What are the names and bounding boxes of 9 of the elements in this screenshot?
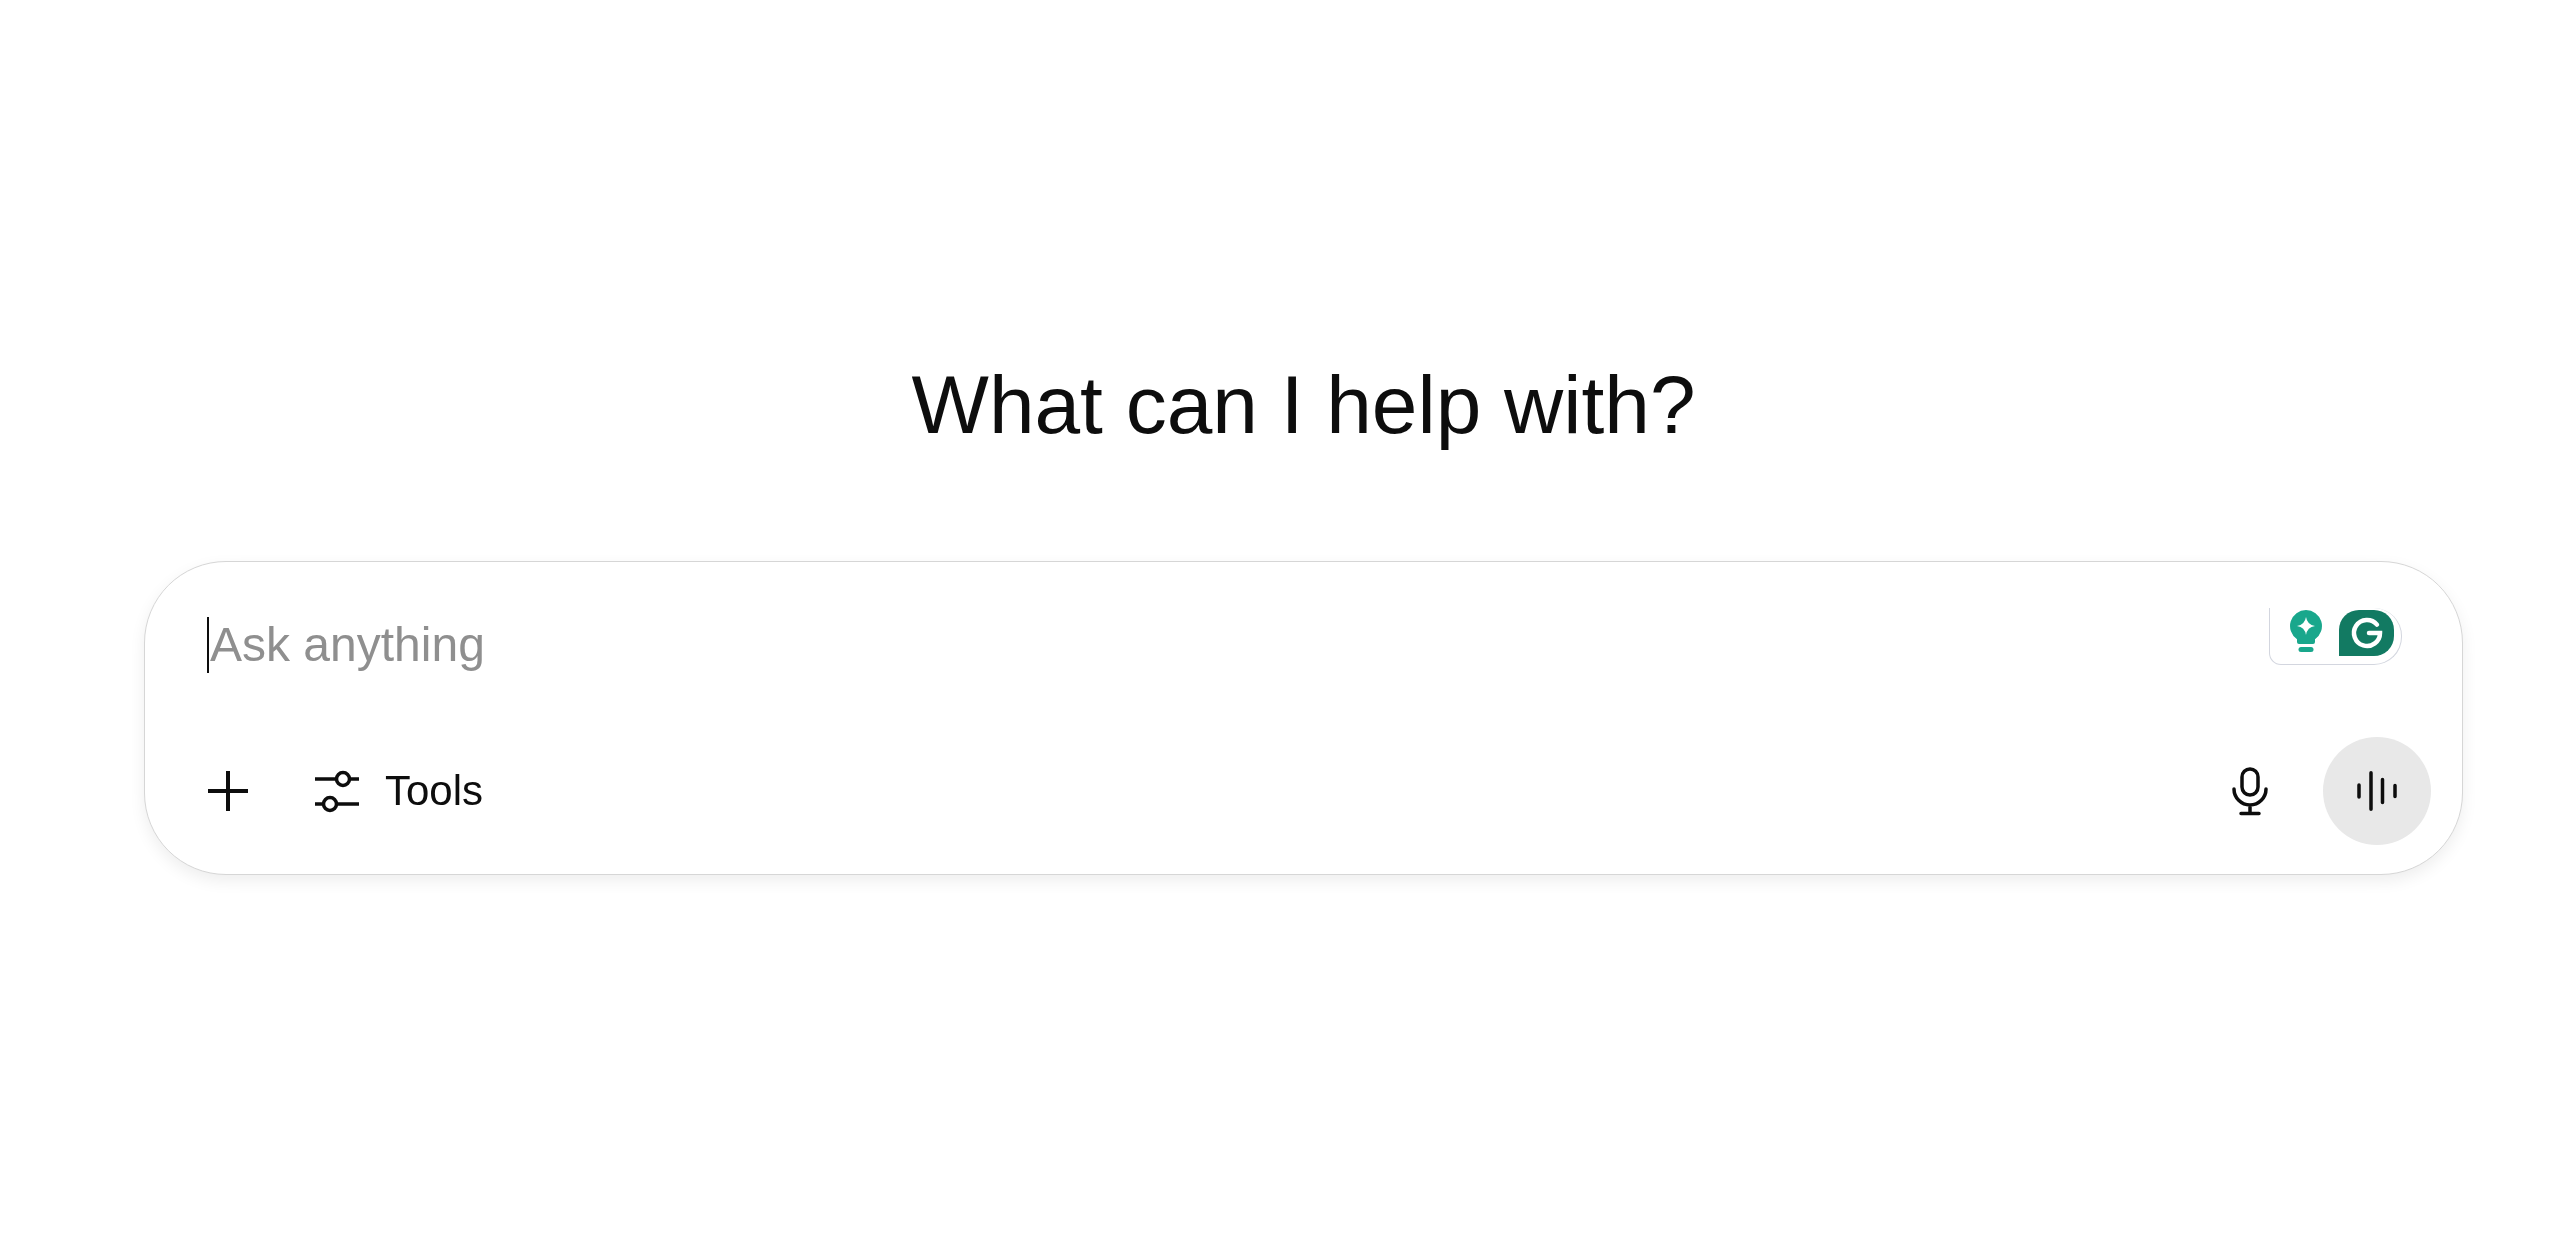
tools-button[interactable]: Tools [315, 769, 484, 813]
extension-widget[interactable] [2269, 608, 2402, 665]
microphone-icon[interactable] [2230, 766, 2270, 816]
lightbulb-icon[interactable] [2288, 610, 2324, 652]
message-input[interactable]: Ask anything [210, 617, 2269, 673]
waveform-icon [2357, 771, 2397, 811]
plus-icon[interactable] [207, 770, 249, 812]
sliders-icon [315, 769, 359, 813]
g-badge-icon[interactable] [2339, 610, 2394, 656]
